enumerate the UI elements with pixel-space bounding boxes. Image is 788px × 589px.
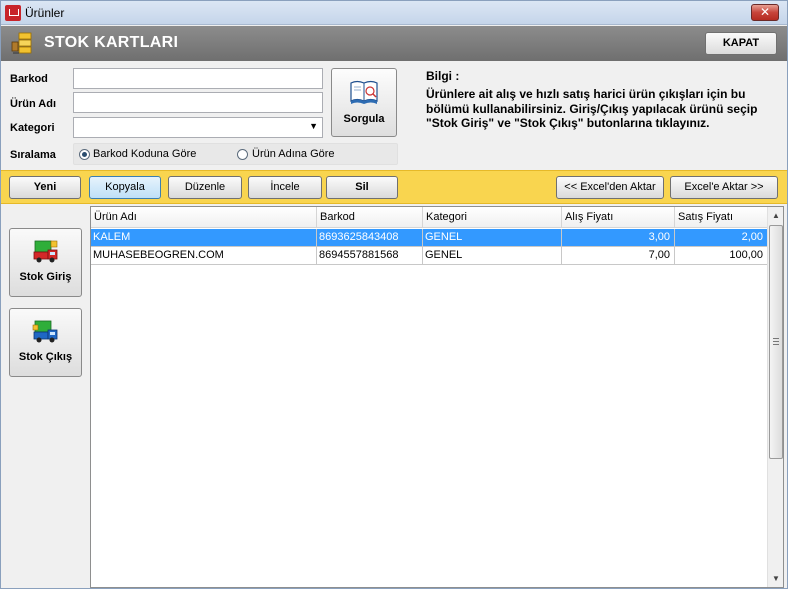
urun-adi-input[interactable] bbox=[73, 92, 323, 113]
siralama-label: Sıralama bbox=[10, 149, 56, 161]
sorgula-button[interactable]: Sorgula bbox=[331, 68, 397, 137]
column-header-alis-fiyati[interactable]: Alış Fiyatı bbox=[562, 207, 675, 228]
book-search-icon bbox=[350, 80, 378, 104]
cell-satis-fiyati: 2,00 bbox=[675, 229, 768, 247]
boxes-icon bbox=[11, 32, 32, 54]
kategori-label: Kategori bbox=[10, 122, 55, 134]
stok-giris-label: Stok Giriş bbox=[19, 271, 72, 283]
scrollbar-thumb[interactable] bbox=[769, 225, 783, 459]
stok-cikis-button[interactable]: Stok Çıkış bbox=[9, 308, 82, 377]
cell-satis-fiyati: 100,00 bbox=[675, 247, 768, 265]
column-header-barkod[interactable]: Barkod bbox=[317, 207, 423, 228]
barkod-label: Barkod bbox=[10, 73, 48, 85]
kopyala-button[interactable]: Kopyala bbox=[89, 176, 161, 199]
main-window: Ürünler ✕ STOK KARTLARI KAPAT Barkod Ürü… bbox=[0, 0, 788, 589]
window-close-button[interactable]: ✕ bbox=[751, 4, 779, 21]
vertical-scrollbar[interactable]: ▲ ▼ bbox=[767, 207, 783, 587]
incele-button[interactable]: İncele bbox=[248, 176, 322, 199]
info-title: Bilgi : bbox=[426, 69, 460, 83]
cell-urun-adi: KALEM bbox=[91, 229, 317, 247]
cell-urun-adi: MUHASEBEOGREN.COM bbox=[91, 247, 317, 265]
sort-urun-adi-label[interactable]: Ürün Adına Göre bbox=[252, 148, 335, 160]
cart-icon bbox=[5, 5, 21, 21]
truck-in-icon bbox=[33, 240, 58, 263]
cell-barkod: 8694557881568 bbox=[317, 247, 423, 265]
column-header-urun-adi[interactable]: Ürün Adı bbox=[91, 207, 317, 228]
barkod-input[interactable] bbox=[73, 68, 323, 89]
sort-options: Barkod Koduna Göre Ürün Adına Göre bbox=[73, 143, 398, 165]
info-text: Ürünlere ait alış ve hızlı satış harici … bbox=[426, 87, 758, 130]
cell-kategori: GENEL bbox=[423, 229, 562, 247]
kapat-button[interactable]: KAPAT bbox=[705, 32, 777, 55]
cell-alis-fiyati: 3,00 bbox=[562, 229, 675, 247]
sort-urun-adi-radio[interactable] bbox=[237, 149, 248, 160]
table-header: Ürün Adı Barkod Kategori Alış Fiyatı Sat… bbox=[91, 207, 768, 228]
scroll-up-icon[interactable]: ▲ bbox=[768, 207, 784, 224]
column-header-kategori[interactable]: Kategori bbox=[423, 207, 562, 228]
export-excel-button[interactable]: Excel'e Aktar >> bbox=[670, 176, 778, 199]
cell-alis-fiyati: 7,00 bbox=[562, 247, 675, 265]
import-excel-button[interactable]: << Excel'den Aktar bbox=[556, 176, 664, 199]
truck-out-icon bbox=[32, 320, 58, 343]
title-bar: Ürünler ✕ bbox=[1, 1, 787, 25]
stok-cikis-label: Stok Çıkış bbox=[18, 351, 73, 363]
urun-adi-label: Ürün Adı bbox=[10, 98, 57, 110]
table-row[interactable]: KALEM 8693625843408 GENEL 3,00 2,00 bbox=[91, 229, 768, 247]
sorgula-label: Sorgula bbox=[343, 113, 385, 125]
page-header: STOK KARTLARI KAPAT bbox=[1, 26, 787, 61]
stok-giris-button[interactable]: Stok Giriş bbox=[9, 228, 82, 297]
column-header-satis-fiyati[interactable]: Satış Fiyatı bbox=[675, 207, 768, 228]
cell-kategori: GENEL bbox=[423, 247, 562, 265]
window-title: Ürünler bbox=[25, 6, 65, 20]
sort-barkod-label[interactable]: Barkod Koduna Göre bbox=[93, 148, 196, 160]
action-toolbar: Yeni Kopyala Düzenle İncele Sil << Excel… bbox=[1, 170, 787, 204]
table-row[interactable]: MUHASEBEOGREN.COM 8694557881568 GENEL 7,… bbox=[91, 247, 768, 265]
cell-barkod: 8693625843408 bbox=[317, 229, 423, 247]
grip-icon bbox=[773, 338, 779, 345]
kategori-select[interactable]: ▼ bbox=[73, 117, 323, 138]
sil-button[interactable]: Sil bbox=[326, 176, 398, 199]
chevron-down-icon: ▼ bbox=[309, 121, 318, 131]
sort-barkod-radio[interactable] bbox=[79, 149, 90, 160]
scroll-down-icon[interactable]: ▼ bbox=[768, 570, 784, 587]
yeni-button[interactable]: Yeni bbox=[9, 176, 81, 199]
products-table[interactable]: Ürün Adı Barkod Kategori Alış Fiyatı Sat… bbox=[90, 206, 784, 588]
page-title: STOK KARTLARI bbox=[44, 34, 179, 51]
duzenle-button[interactable]: Düzenle bbox=[168, 176, 242, 199]
